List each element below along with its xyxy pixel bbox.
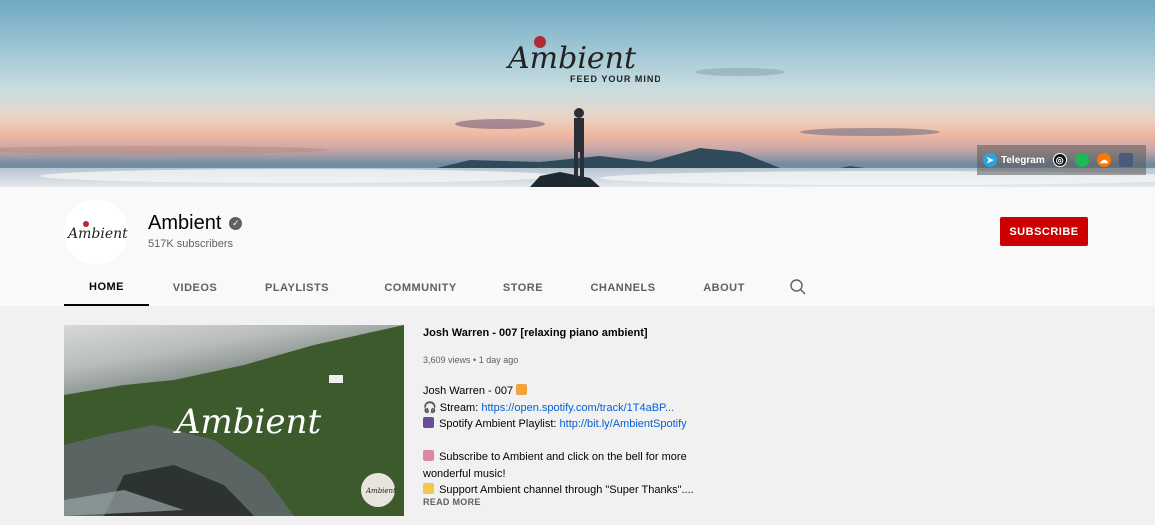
- playlist-link[interactable]: http://bit.ly/AmbientSpotify: [560, 418, 687, 430]
- banner-link-spotify-alt[interactable]: ◎: [1052, 153, 1067, 167]
- channel-header: Ambient Ambient ✓ 517K subscribers SUBSC…: [0, 187, 1155, 306]
- tab-store[interactable]: STORE: [488, 269, 558, 306]
- music-emoji-icon: [423, 417, 434, 428]
- image-link-icon: [1118, 153, 1133, 167]
- banner-logo: Ambient FEED YOUR MIND.: [500, 30, 664, 90]
- svg-text:Ambient: Ambient: [66, 226, 128, 242]
- soundcloud-icon: ☁: [1096, 153, 1111, 167]
- desc-line: Josh Warren - 007: [423, 383, 723, 400]
- mountain-emoji-icon: [516, 384, 528, 395]
- subscriber-count: 517K subscribers: [148, 238, 233, 250]
- featured-video-thumbnail[interactable]: Ambient Ambient: [64, 325, 404, 516]
- banner-link-label: Telegram: [1001, 154, 1045, 166]
- banner-link-spotify[interactable]: [1074, 153, 1089, 167]
- svg-text:Ambient: Ambient: [173, 402, 321, 442]
- home-content: Ambient Ambient Josh Warren - 007 [relax…: [0, 306, 1155, 525]
- svg-text:FEED YOUR MIND.: FEED YOUR MIND.: [570, 74, 660, 84]
- raised-hands-emoji-icon: [423, 483, 434, 494]
- featured-video-meta: 3,609 views • 1 day ago: [423, 355, 519, 365]
- channel-banner: Ambient FEED YOUR MIND. ➤ Telegram ◎ ☁: [0, 0, 1155, 187]
- desc-line: Subscribe to Ambient and click on the be…: [423, 450, 687, 480]
- channel-tabs: HOME VIDEOS PLAYLISTS COMMUNITY STORE CH…: [64, 269, 760, 306]
- spotify-alt-icon: ◎: [1052, 153, 1067, 167]
- tab-community[interactable]: COMMUNITY: [353, 269, 488, 306]
- tab-home[interactable]: HOME: [64, 269, 149, 306]
- tab-playlists[interactable]: PLAYLISTS: [241, 269, 353, 306]
- spotify-icon: [1074, 153, 1089, 167]
- read-more-button[interactable]: READ MORE: [423, 497, 481, 507]
- banner-link-telegram[interactable]: ➤ Telegram: [983, 153, 1045, 167]
- channel-name-text: Ambient: [148, 212, 222, 234]
- banner-link-image[interactable]: [1118, 153, 1133, 167]
- telegram-icon: ➤: [983, 153, 997, 167]
- headphones-icon: 🎧: [423, 401, 437, 414]
- stream-link[interactable]: https://open.spotify.com/track/1T4aBP...: [481, 402, 674, 414]
- verified-badge-icon: ✓: [229, 217, 243, 230]
- svg-text:Ambient: Ambient: [365, 487, 396, 495]
- tab-about[interactable]: ABOUT: [688, 269, 760, 306]
- upload-age: 1 day ago: [478, 355, 519, 365]
- channel-name: Ambient ✓: [148, 212, 243, 235]
- featured-video-title[interactable]: Josh Warren - 007 [relaxing piano ambien…: [423, 327, 648, 339]
- search-icon[interactable]: [789, 278, 807, 296]
- channel-avatar[interactable]: Ambient: [64, 200, 128, 264]
- banner-link-soundcloud[interactable]: ☁: [1096, 153, 1111, 167]
- subscribe-button[interactable]: SUBSCRIBE: [1000, 217, 1088, 246]
- desc-line: 🎧 Stream: https://open.spotify.com/track…: [423, 401, 675, 414]
- svg-text:Ambient: Ambient: [505, 41, 637, 76]
- party-emoji-icon: [423, 450, 434, 461]
- tab-videos[interactable]: VIDEOS: [149, 269, 241, 306]
- banner-links: ➤ Telegram ◎ ☁: [977, 145, 1146, 175]
- desc-spacer: [423, 433, 723, 450]
- tab-channels[interactable]: CHANNELS: [558, 269, 688, 306]
- featured-video-description: Josh Warren - 007 🎧 Stream: https://open…: [423, 383, 723, 499]
- view-count: 3,609 views: [423, 355, 471, 365]
- desc-line: Spotify Ambient Playlist: http://bit.ly/…: [423, 416, 723, 433]
